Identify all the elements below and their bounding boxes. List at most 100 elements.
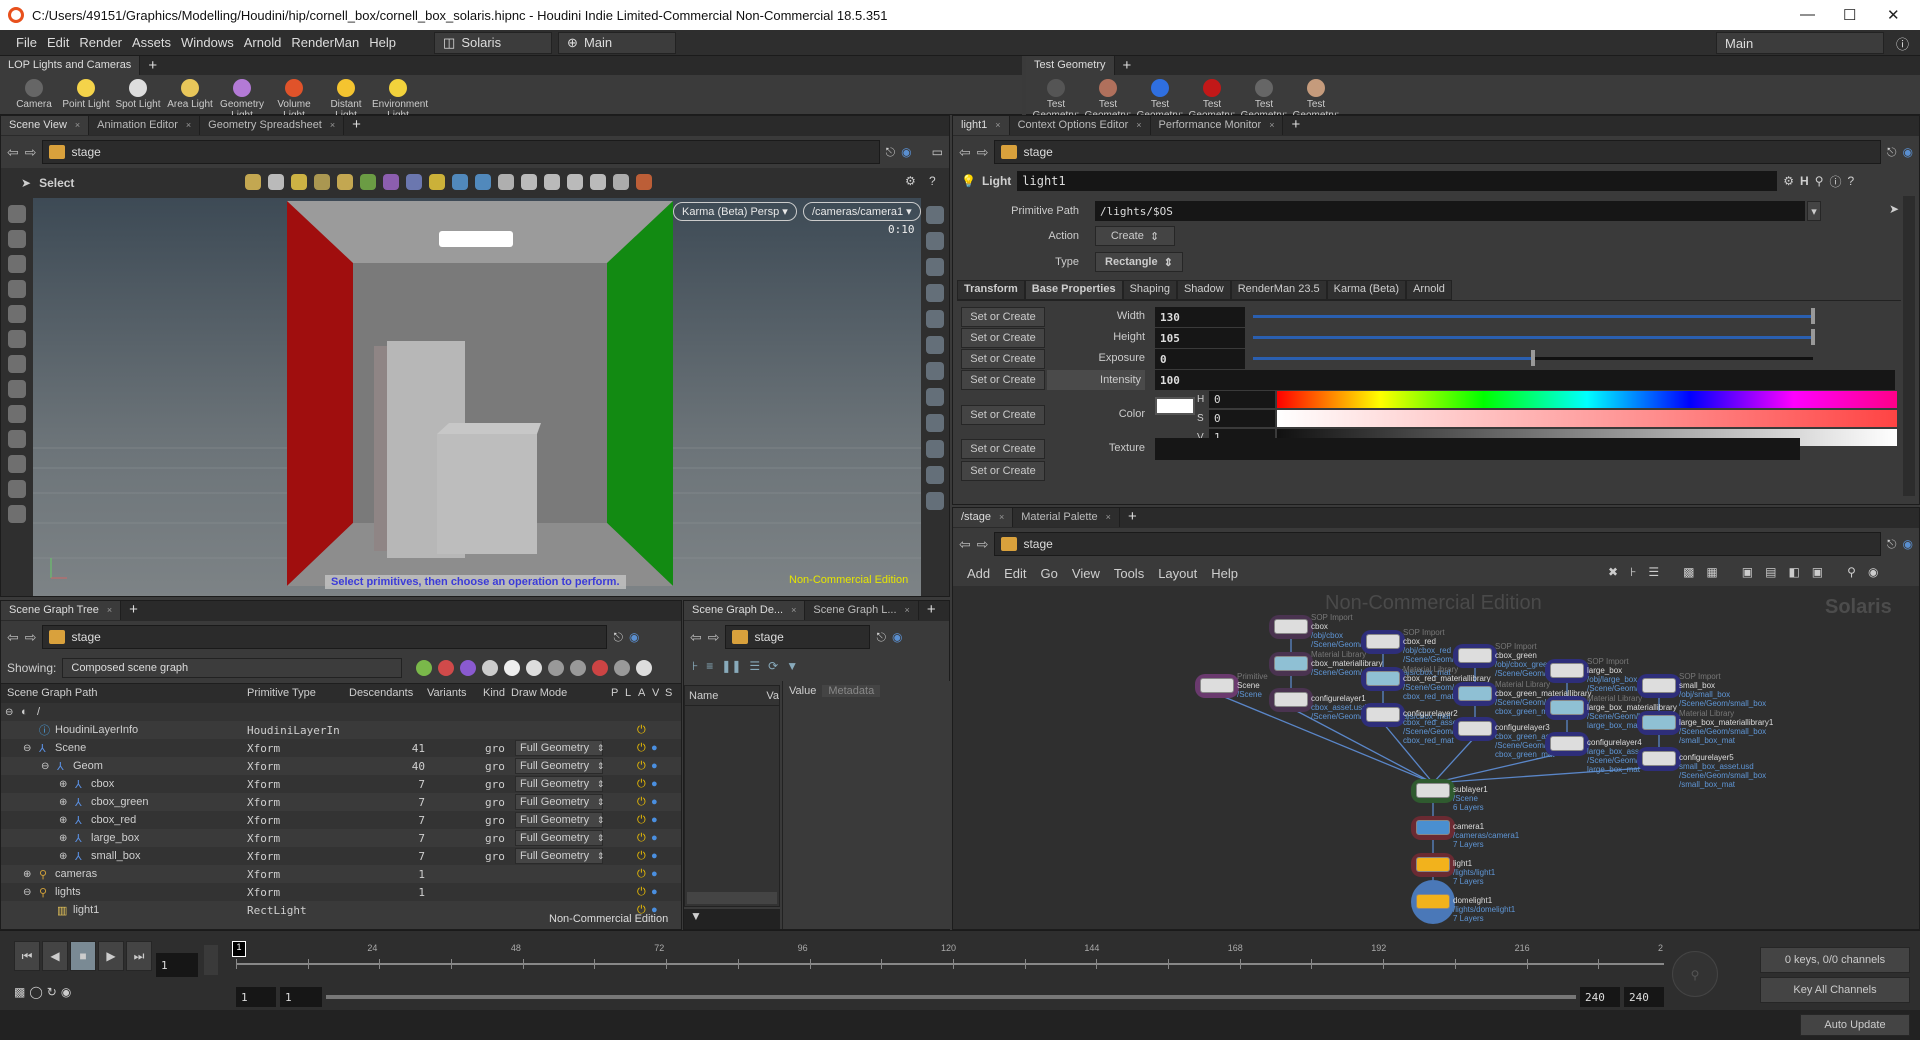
tab-scene-graph-tree[interactable]: Scene Graph Tree × [1, 601, 122, 620]
select-arrow-icon[interactable]: ➤ [21, 176, 31, 190]
menu-help[interactable]: Help [369, 35, 396, 50]
height-field[interactable]: 105 [1155, 328, 1245, 348]
scene-graph-tool-icon[interactable] [526, 660, 543, 676]
search-icon[interactable]: ⚲ [1815, 174, 1824, 188]
node-camera1[interactable] [1416, 820, 1450, 835]
help-icon[interactable]: ⓘ [1896, 34, 1909, 53]
link-icon[interactable]: ◉ [1903, 145, 1913, 159]
scene-graph-tool-icon[interactable] [570, 660, 587, 676]
jump-end-icon[interactable]: ⏭ [126, 941, 152, 971]
display-tool-icon[interactable] [926, 492, 944, 510]
primitive-path-dropdown[interactable]: ▾ [1807, 201, 1821, 221]
vertical-scrollbar[interactable] [1903, 196, 1915, 496]
node-cbox_green_materiallibrary[interactable] [1458, 686, 1492, 701]
exposure-slider[interactable] [1253, 350, 1813, 366]
add-tab-icon[interactable]: + [121, 601, 146, 621]
handle-tool-icon[interactable] [8, 480, 26, 498]
set-or-create-select[interactable]: Set or Create [961, 328, 1045, 348]
play-forward-icon[interactable]: ▶ [98, 941, 124, 971]
update-mode-select[interactable]: Auto Update [1800, 1014, 1910, 1036]
refresh-icon[interactable]: ⟳ [768, 659, 778, 673]
viewport-tool-icon[interactable] [383, 174, 399, 190]
height-slider-handle[interactable] [1811, 329, 1815, 345]
close-tab-icon[interactable]: × [1106, 512, 1111, 522]
visibility-toggle-icon[interactable]: ● [651, 796, 658, 808]
network-menu-edit[interactable]: Edit [1004, 566, 1026, 581]
display-tool-icon[interactable] [926, 466, 944, 484]
h-field[interactable]: 0 [1209, 391, 1275, 408]
network-menu-go[interactable]: Go [1041, 566, 1058, 581]
key-icon[interactable]: ⚲ [1672, 951, 1718, 997]
activate-toggle-icon[interactable]: ⏻ [637, 886, 646, 899]
network-path-field[interactable]: stage [42, 625, 608, 649]
hda-icon[interactable]: H [1800, 174, 1809, 188]
forward-icon[interactable]: ⇨ [25, 144, 37, 161]
table-row[interactable]: ⊕ ⅄ small_box Xform 7 gro Full Geometry ⇕ ⏻ ● [1, 847, 681, 865]
network-box-icon[interactable]: ▣ [1742, 565, 1753, 579]
scene-graph-tool-icon[interactable] [548, 660, 565, 676]
eye-icon[interactable]: ◉ [1868, 565, 1878, 579]
add-tab-icon[interactable]: + [344, 116, 369, 136]
close-tab-icon[interactable]: × [995, 120, 1000, 130]
tab-animation-editor[interactable]: Animation Editor × [89, 116, 201, 135]
draw-mode-select[interactable]: Full Geometry [515, 758, 603, 774]
set-or-create-select[interactable]: Set or Create [961, 439, 1045, 459]
sticky-note-icon[interactable]: ▤ [1765, 565, 1776, 579]
filter-icon[interactable]: ▼ [786, 659, 798, 673]
table-row[interactable]: ⊖ ⅄ Scene Xform 41 gro Full Geometry ⇕ ⏻ ● [1, 739, 681, 757]
primitive-path-field[interactable]: /lights/$OS [1095, 201, 1805, 221]
search-icon[interactable]: ⚲ [1847, 565, 1856, 579]
activate-toggle-icon[interactable]: ⏻ [637, 742, 646, 755]
column-header[interactable]: V [652, 687, 659, 699]
tree-icon[interactable]: ⊦ [692, 659, 698, 673]
menu-render[interactable]: Render [79, 35, 122, 50]
viewport-tool-icon[interactable] [590, 174, 606, 190]
help-icon[interactable]: ? [929, 174, 936, 188]
table-row[interactable]: ⊕ ⅄ cbox_green Xform 7 gro Full Geometry ⇕ ⏻ ● [1, 793, 681, 811]
node-sublayer1[interactable] [1416, 783, 1450, 798]
close-icon[interactable]: ✕ [1887, 6, 1900, 24]
texture-field[interactable] [1155, 438, 1800, 460]
add-tab-icon[interactable]: + [1120, 508, 1145, 528]
audio-icon[interactable]: ▩ [14, 985, 25, 999]
link-icon[interactable]: ◉ [629, 630, 639, 644]
set-or-create-select[interactable]: Set or Create [961, 461, 1045, 481]
expand-toggle-icon[interactable]: ⊕ [23, 869, 31, 880]
draw-mode-select[interactable]: Full Geometry [515, 776, 603, 792]
close-tab-icon[interactable]: × [1269, 120, 1274, 130]
param-tab-shaping[interactable]: Shaping [1122, 280, 1177, 300]
select-prims-icon[interactable]: ➤ [1889, 202, 1899, 216]
current-frame-marker[interactable]: 1 [232, 941, 246, 957]
camera-menu[interactable]: /cameras/camera1 ▾ [803, 202, 921, 221]
stepper-icon[interactable]: ⇕ [597, 797, 605, 808]
add-tab-icon[interactable]: + [1283, 116, 1308, 136]
column-header[interactable]: P [611, 687, 618, 699]
width-field[interactable]: 130 [1155, 307, 1245, 327]
stepper-icon[interactable]: ⇕ [597, 833, 605, 844]
node-large_box_materiallibrary[interactable] [1550, 700, 1584, 715]
pin-icon[interactable]: ⎋ [1887, 537, 1897, 552]
loop-icon[interactable]: ↻ [47, 985, 57, 999]
node-small_box_materiallibrary[interactable] [1642, 715, 1676, 730]
forward-icon[interactable]: ⇨ [977, 536, 989, 553]
set-or-create-select[interactable]: Set or Create [961, 307, 1045, 327]
list-icon[interactable]: ≡ [706, 659, 713, 673]
close-tab-icon[interactable]: × [905, 605, 910, 615]
right-desktop-select[interactable]: Main [1716, 32, 1884, 54]
type-select[interactable]: Rectangle ⇕ [1095, 252, 1183, 272]
handle-tool-icon[interactable] [8, 380, 26, 398]
draw-mode-select[interactable]: Full Geometry [515, 794, 603, 810]
forward-icon[interactable]: ⇨ [25, 629, 37, 646]
param-tab-base-properties[interactable]: Base Properties [1024, 280, 1123, 300]
table-row[interactable]: ⊖ ◐ / [1, 703, 681, 721]
node-configurelayer2[interactable] [1366, 707, 1400, 722]
scene-graph-tool-icon[interactable] [482, 660, 499, 676]
activate-toggle-icon[interactable]: ⏻ [637, 850, 646, 863]
visibility-toggle-icon[interactable]: ● [651, 814, 658, 826]
viewport-layout-select[interactable]: ⊕ Main [558, 31, 677, 54]
activate-toggle-icon[interactable]: ⏻ [637, 832, 646, 845]
stepper-icon[interactable]: ⇕ [597, 851, 605, 862]
stepper-icon[interactable]: ⇕ [597, 815, 605, 826]
table-row[interactable]: ⊖ ⅄ Geom Xform 40 gro Full Geometry ⇕ ⏻ ● [1, 757, 681, 775]
visibility-toggle-icon[interactable]: ● [651, 850, 658, 862]
